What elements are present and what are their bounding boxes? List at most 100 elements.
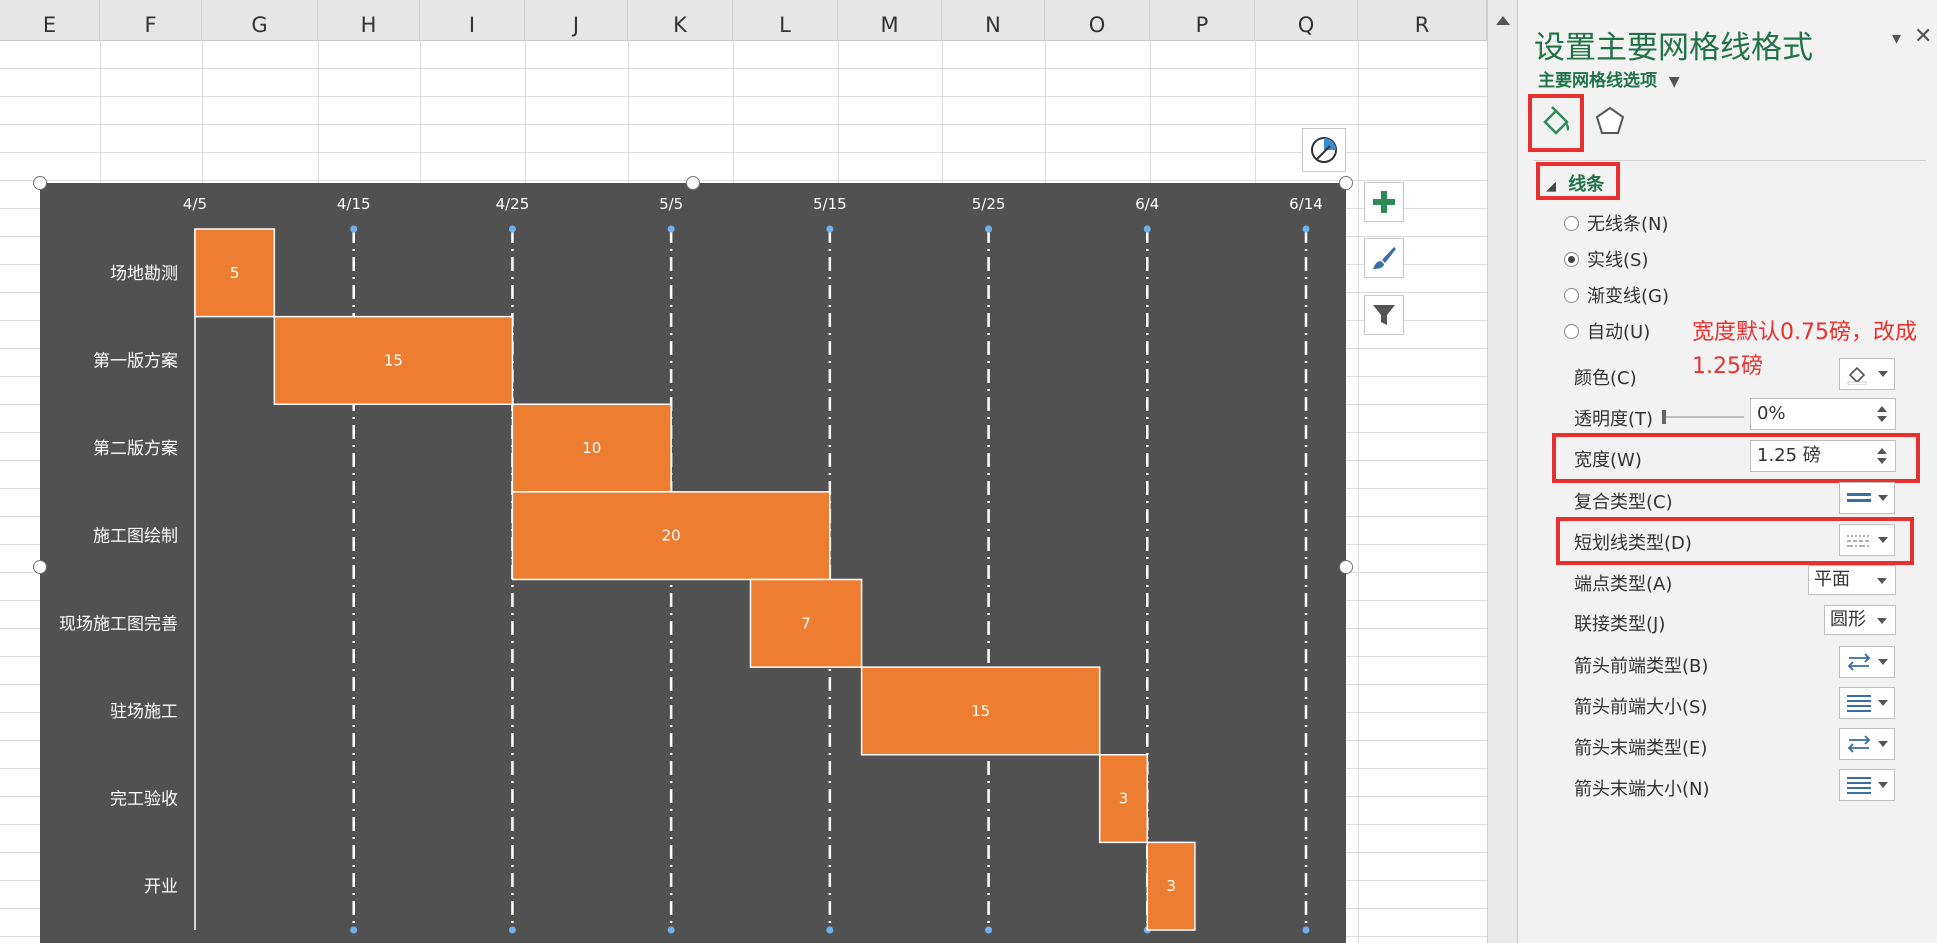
gridline-handle-top [985, 225, 993, 233]
arrow-style-icon [1847, 653, 1871, 671]
chart-filters-button[interactable] [1364, 295, 1404, 335]
effects-tab[interactable] [1590, 100, 1630, 142]
resize-handle-middle-right[interactable] [1339, 560, 1353, 574]
bar-data-label: 3 [1166, 877, 1176, 895]
arrow-begin-type-label: 箭头前端类型(B) [1574, 656, 1709, 677]
line-section-header[interactable]: ◢ 线条 [1546, 170, 1604, 196]
gridline-handle-bottom [1302, 926, 1310, 934]
outline-color-icon [1847, 366, 1867, 385]
chart-styles-button[interactable] [1364, 238, 1404, 278]
bar-data-label: 15 [384, 351, 403, 369]
slider-knob[interactable] [1662, 410, 1666, 424]
options-dropdown[interactable]: 主要网格线选项 ▼ [1538, 66, 1680, 91]
chevron-down-icon [1878, 782, 1888, 788]
scroll-up-icon[interactable] [1496, 16, 1510, 25]
radio-auto-circle[interactable] [1564, 323, 1579, 339]
category-label: 施工图绘制 [93, 527, 178, 547]
transparency-label: 透明度(T) [1574, 409, 1654, 430]
dash-pattern-icon [1847, 535, 1871, 547]
arrow-end-size-dropdown[interactable] [1839, 769, 1895, 801]
tab-separator [1534, 160, 1926, 161]
dash-type-dropdown[interactable] [1839, 524, 1895, 556]
category-label: 完工验收 [110, 790, 178, 810]
grid-row-line [0, 96, 1487, 97]
category-label: 驻场施工 [110, 702, 178, 722]
transparency-value: 0% [1757, 403, 1786, 424]
compound-type-dropdown[interactable] [1839, 482, 1895, 514]
join-type-value: 圆形 [1830, 609, 1866, 630]
fill-line-tab[interactable] [1536, 100, 1576, 142]
compound-lines-icon [1847, 493, 1871, 502]
resize-handle-top-right[interactable] [1339, 176, 1353, 190]
column-header-H[interactable]: H [318, 0, 420, 40]
spreadsheet-area[interactable]: EFGHIJKLMNOPQR 4/5 4/15 4/25 5/5 5/15 5/25 6/4… [0, 0, 1487, 943]
radio-gradient-line-circle[interactable] [1564, 287, 1579, 303]
paint-bucket-icon [1543, 106, 1570, 135]
transparency-slider[interactable] [1662, 410, 1744, 424]
radio-no-line[interactable]: 无线条(N) [1564, 210, 1669, 236]
dash-type-label: 短划线类型(D) [1574, 533, 1692, 554]
column-header-O[interactable]: O [1045, 0, 1150, 40]
column-header-E[interactable]: E [0, 0, 100, 40]
column-header-M[interactable]: M [838, 0, 942, 40]
width-input[interactable]: 1.25 磅 [1750, 440, 1896, 472]
compound-type-label: 复合类型(C) [1574, 492, 1673, 513]
column-header-F[interactable]: F [100, 0, 202, 40]
arrow-begin-size-dropdown[interactable] [1839, 687, 1895, 719]
arrow-end-type-label: 箭头末端类型(E) [1574, 738, 1708, 759]
cap-type-dropdown[interactable]: 平面 [1808, 565, 1896, 595]
column-header-K[interactable]: K [628, 0, 733, 40]
join-type-dropdown[interactable]: 圆形 [1824, 605, 1896, 635]
radio-auto[interactable]: 自动(U) [1564, 318, 1650, 344]
radio-auto-label: 自动(U) [1587, 322, 1651, 343]
spin-up-icon[interactable] [1877, 406, 1887, 412]
vertical-scrollbar[interactable] [1487, 0, 1517, 943]
category-label: 开业 [144, 877, 178, 897]
transparency-input[interactable]: 0% [1750, 398, 1896, 430]
column-header-I[interactable]: I [420, 0, 525, 40]
gridline-handle-bottom [667, 926, 675, 934]
color-picker[interactable] [1839, 358, 1895, 390]
spin-up-icon[interactable] [1877, 448, 1887, 454]
gridline-handle-bottom [985, 926, 993, 934]
arrow-size-icon [1847, 695, 1871, 712]
grid-row-line [0, 152, 1487, 153]
gantt-chart[interactable]: 4/5 4/15 4/25 5/5 5/15 5/25 6/4 6/14 5 场地勘测 15 第一版方… [33, 176, 1353, 943]
gridline-handle-top [1302, 225, 1310, 233]
radio-gradient-line[interactable]: 渐变线(G) [1564, 282, 1669, 308]
radio-solid-line[interactable]: 实线(S) [1564, 246, 1648, 272]
layout-options-button[interactable] [1302, 128, 1346, 172]
spin-down-icon[interactable] [1877, 458, 1887, 464]
column-header-G[interactable]: G [202, 0, 318, 40]
column-header-N[interactable]: N [942, 0, 1045, 40]
arrow-end-size-label: 箭头末端大小(N) [1574, 779, 1710, 800]
column-header-P[interactable]: P [1150, 0, 1255, 40]
gridline-handle-top [350, 225, 358, 233]
column-header-L[interactable]: L [733, 0, 838, 40]
chevron-down-icon [1878, 659, 1888, 665]
spin-down-icon[interactable] [1877, 416, 1887, 422]
chevron-down-icon: ▼ [1668, 74, 1680, 90]
line-section-label: 线条 [1568, 174, 1605, 195]
arrow-begin-type-dropdown[interactable] [1839, 646, 1895, 678]
chevron-down-icon [1878, 741, 1888, 747]
bar-data-label: 5 [230, 264, 240, 282]
close-icon[interactable]: ✕ [1914, 24, 1932, 49]
panel-options-icon[interactable]: ▾ [1892, 28, 1901, 49]
arrow-end-type-dropdown[interactable] [1839, 728, 1895, 760]
column-header-R[interactable]: R [1358, 0, 1487, 40]
column-header-J[interactable]: J [525, 0, 628, 40]
column-header-Q[interactable]: Q [1255, 0, 1358, 40]
x-tick-label: 5/25 [972, 195, 1006, 213]
color-label: 颜色(C) [1574, 368, 1637, 389]
add-chart-element-button[interactable] [1364, 182, 1404, 222]
arrow-begin-size-label: 箭头前端大小(S) [1574, 697, 1708, 718]
resize-handle-top-middle[interactable] [686, 176, 700, 190]
bar-data-label: 15 [971, 702, 990, 720]
join-type-label: 联接类型(J) [1574, 614, 1666, 635]
radio-solid-line-circle[interactable] [1564, 251, 1579, 267]
resize-handle-middle-left[interactable] [33, 560, 47, 574]
resize-handle-top-left[interactable] [33, 176, 47, 190]
radio-no-line-circle[interactable] [1564, 215, 1579, 231]
chart-plot[interactable]: 4/5 4/15 4/25 5/5 5/15 5/25 6/4 6/14 5 场地勘测 15 第一版方… [40, 183, 1346, 943]
